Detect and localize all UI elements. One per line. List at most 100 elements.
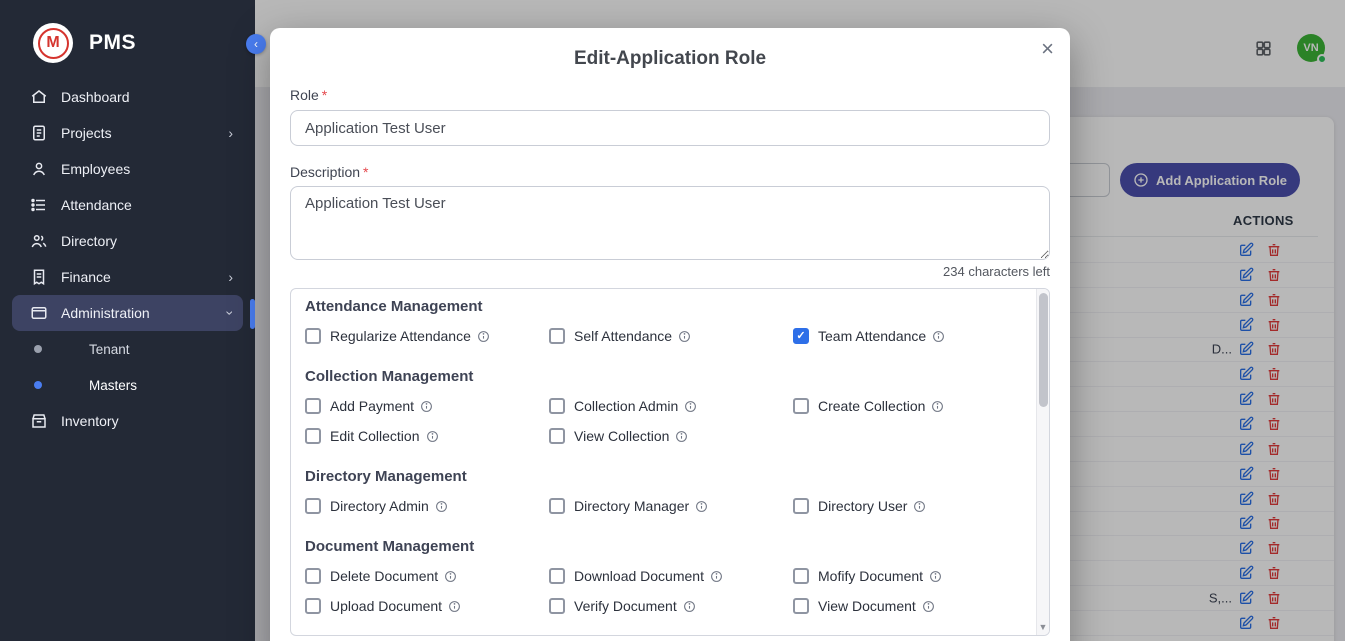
checkbox-collection-admin[interactable]: [549, 398, 565, 414]
info-icon[interactable]: [675, 430, 688, 443]
checkbox-directory-admin[interactable]: [305, 498, 321, 514]
employees-icon: [30, 160, 48, 178]
scroll-down-icon[interactable]: ▼: [1037, 622, 1049, 632]
sidebar-subitem-label: Masters: [89, 378, 137, 393]
info-icon[interactable]: [435, 500, 448, 513]
permission-grid: Delete Document Download Document Mofify D…: [305, 561, 1049, 621]
sidebar-item-finance[interactable]: Finance›: [0, 259, 255, 295]
checkbox-team-attendance[interactable]: ✓: [793, 328, 809, 344]
sidebar-item-label: Directory: [61, 233, 117, 249]
info-icon[interactable]: [477, 330, 490, 343]
chevron-right-icon: ›: [228, 126, 233, 140]
permission-item-collection-admin: Collection Admin: [549, 391, 793, 421]
sidebar-item-employees[interactable]: Employees: [0, 151, 255, 187]
checkbox-regularize-attendance[interactable]: [305, 328, 321, 344]
permission-label: Verify Document: [574, 598, 677, 614]
permission-grid: Add Payment Collection Admin Create Collec…: [305, 391, 1049, 451]
info-icon[interactable]: [932, 330, 945, 343]
permissions-list: Attendance Management Regularize Attendan…: [290, 288, 1050, 636]
sidebar-item-label: Employees: [61, 161, 130, 177]
checkbox-upload-document[interactable]: [305, 598, 321, 614]
close-icon[interactable]: ×: [1041, 38, 1054, 60]
permission-item-create-collection: Create Collection: [793, 391, 1037, 421]
permission-section-title: Collection Management: [305, 367, 1049, 387]
permission-label: Mofify Document: [818, 568, 923, 584]
checkbox-create-collection[interactable]: [793, 398, 809, 414]
permission-item-directory-admin: Directory Admin: [305, 491, 549, 521]
home-icon: [30, 88, 48, 106]
sidebar-subitem-masters[interactable]: Masters: [0, 367, 255, 403]
info-icon[interactable]: [931, 400, 944, 413]
permission-item-verify-document: Verify Document: [549, 591, 793, 621]
permission-label: Self Attendance: [574, 328, 672, 344]
checkbox-edit-collection[interactable]: [305, 428, 321, 444]
permission-item-view-document: View Document: [793, 591, 1037, 621]
sidebar-item-attendance[interactable]: Attendance: [0, 187, 255, 223]
sidebar-item-administration[interactable]: Administration›: [12, 295, 243, 331]
app-name: PMS: [89, 31, 136, 55]
info-icon[interactable]: [444, 570, 457, 583]
checkbox-mofify-document[interactable]: [793, 568, 809, 584]
checkbox-view-collection[interactable]: [549, 428, 565, 444]
sidebar-item-label: Attendance: [61, 197, 132, 213]
sidebar-subitem-tenant[interactable]: Tenant: [0, 331, 255, 367]
checkbox-delete-document[interactable]: [305, 568, 321, 584]
role-field-label: Role*: [290, 87, 327, 103]
permission-item-regularize-attendance: Regularize Attendance: [305, 321, 549, 351]
info-icon[interactable]: [695, 500, 708, 513]
description-field-label: Description*: [290, 163, 1050, 181]
sidebar-item-label: Inventory: [61, 413, 119, 429]
info-icon[interactable]: [426, 430, 439, 443]
info-icon[interactable]: [913, 500, 926, 513]
info-icon[interactable]: [678, 330, 691, 343]
permission-section-attendance-management: Attendance Management Regularize Attendan…: [305, 297, 1049, 351]
checkbox-add-payment[interactable]: [305, 398, 321, 414]
finance-icon: [30, 268, 48, 286]
description-textarea[interactable]: Application Test User: [290, 186, 1050, 260]
permission-item-edit-collection: Edit Collection: [305, 421, 549, 451]
required-asterisk: *: [322, 87, 327, 103]
sidebar-item-directory[interactable]: Directory: [0, 223, 255, 259]
permission-label: Download Document: [574, 568, 704, 584]
permission-item-directory-user: Directory User: [793, 491, 1037, 521]
info-icon[interactable]: [448, 600, 461, 613]
permission-label: Edit Collection: [330, 428, 420, 444]
role-input[interactable]: [290, 110, 1050, 146]
checkbox-self-attendance[interactable]: [549, 328, 565, 344]
permission-label: Collection Admin: [574, 398, 678, 414]
info-icon[interactable]: [684, 400, 697, 413]
checkbox-verify-document[interactable]: [549, 598, 565, 614]
permission-item-add-payment: Add Payment: [305, 391, 549, 421]
administration-icon: [30, 304, 48, 322]
permission-section-title: Attendance Management: [305, 297, 1049, 317]
permission-section-collection-management: Collection Management Add Payment Collecti…: [305, 367, 1049, 451]
checkbox-download-document[interactable]: [549, 568, 565, 584]
info-icon[interactable]: [683, 600, 696, 613]
characters-left-counter: 234 characters left: [290, 264, 1050, 280]
sidebar-item-projects[interactable]: Projects›: [0, 115, 255, 151]
permission-item-self-attendance: Self Attendance: [549, 321, 793, 351]
permission-grid: Regularize Attendance Self Attendance ✓ Tea…: [305, 321, 1049, 351]
permission-label: Team Attendance: [818, 328, 926, 344]
permission-label: View Collection: [574, 428, 669, 444]
checkbox-directory-manager[interactable]: [549, 498, 565, 514]
info-icon[interactable]: [710, 570, 723, 583]
scrollbar[interactable]: ▼: [1036, 289, 1049, 635]
sidebar-item-dashboard[interactable]: Dashboard: [0, 79, 255, 115]
scrollbar-thumb[interactable]: [1039, 293, 1048, 407]
info-icon[interactable]: [922, 600, 935, 613]
permission-item-delete-document: Delete Document: [305, 561, 549, 591]
permission-label: Add Payment: [330, 398, 414, 414]
permission-item-directory-manager: Directory Manager: [549, 491, 793, 521]
sidebar-subitem-label: Tenant: [89, 342, 130, 357]
sidebar-item-inventory[interactable]: Inventory: [0, 403, 255, 439]
checkbox-view-document[interactable]: [793, 598, 809, 614]
checkbox-directory-user[interactable]: [793, 498, 809, 514]
permission-item-download-document: Download Document: [549, 561, 793, 591]
info-icon[interactable]: [929, 570, 942, 583]
permission-item-team-attendance: ✓ Team Attendance: [793, 321, 1037, 351]
sidebar: M PMS DashboardProjects› Employees Attenda…: [0, 0, 255, 641]
info-icon[interactable]: [420, 400, 433, 413]
logo-letter: M: [38, 28, 69, 59]
collapse-sidebar-button[interactable]: ‹: [246, 34, 266, 54]
